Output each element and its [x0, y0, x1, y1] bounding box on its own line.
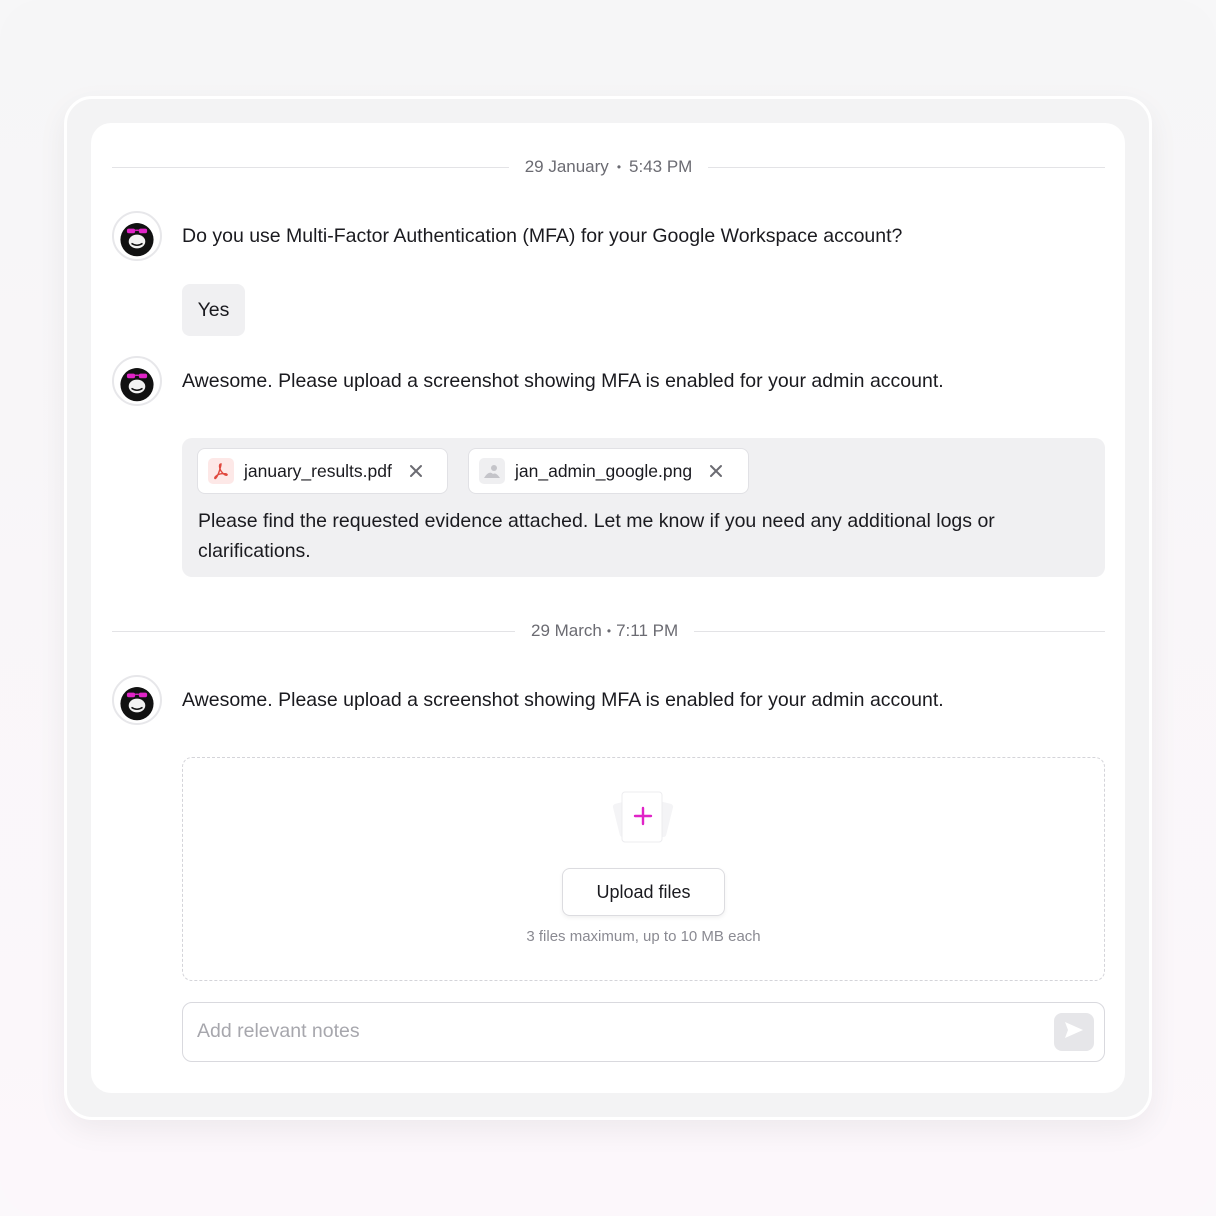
- gorilla-icon: [120, 223, 154, 257]
- bot-avatar: [112, 211, 162, 261]
- timestamp-separator: •: [606, 624, 612, 638]
- timestamp: 29 January • 5:43 PM: [509, 157, 709, 177]
- divider-line: [112, 166, 509, 168]
- close-icon[interactable]: [406, 461, 426, 481]
- bot-message: Do you use Multi-Factor Authentication (…: [182, 225, 903, 247]
- user-reply: Yes: [182, 284, 245, 336]
- reply-text: Yes: [197, 298, 230, 321]
- timestamp: 29 March • 7:11 PM: [515, 621, 694, 641]
- timestamp-date: 29 March: [531, 621, 602, 640]
- notes-field[interactable]: [182, 1002, 1105, 1062]
- attachment-name: january_results.pdf: [244, 460, 392, 481]
- upload-hint: 3 files maximum, up to 10 MB each: [526, 928, 761, 945]
- pdf-icon: [208, 458, 234, 484]
- evidence-note: Please find the requested evidence attac…: [198, 510, 995, 562]
- timestamp-separator: •: [616, 160, 622, 174]
- attachment-chip[interactable]: jan_admin_google.png: [468, 448, 749, 494]
- bot-avatar: [112, 675, 162, 725]
- gorilla-icon: [120, 687, 154, 721]
- notes-input[interactable]: [197, 1003, 1037, 1060]
- bot-message: Awesome. Please upload a screenshot show…: [182, 689, 944, 711]
- bot-avatar: [112, 356, 162, 406]
- send-button[interactable]: [1054, 1013, 1094, 1051]
- send-icon: [1064, 1021, 1084, 1044]
- divider-line: [708, 166, 1106, 168]
- gorilla-icon: [120, 368, 154, 402]
- upload-files-button[interactable]: Upload files: [562, 868, 725, 916]
- date-divider: 29 January • 5:43 PM: [112, 155, 1106, 179]
- timestamp-time: 5:43 PM: [629, 157, 693, 176]
- attachment-name: jan_admin_google.png: [515, 460, 693, 481]
- attachment-chip[interactable]: january_results.pdf: [197, 448, 448, 494]
- date-divider: 29 March • 7:11 PM: [112, 619, 1105, 643]
- evidence-reply: january_results.pdf jan_admin_google.png…: [182, 438, 1105, 577]
- divider-line: [112, 630, 515, 632]
- close-icon[interactable]: [706, 461, 726, 481]
- bot-message: Awesome. Please upload a screenshot show…: [182, 370, 944, 392]
- image-icon: [479, 458, 505, 484]
- timestamp-date: 29 January: [524, 157, 609, 176]
- divider-line: [694, 630, 1105, 632]
- add-file-icon: [612, 789, 674, 847]
- timestamp-time: 7:11 PM: [616, 621, 679, 640]
